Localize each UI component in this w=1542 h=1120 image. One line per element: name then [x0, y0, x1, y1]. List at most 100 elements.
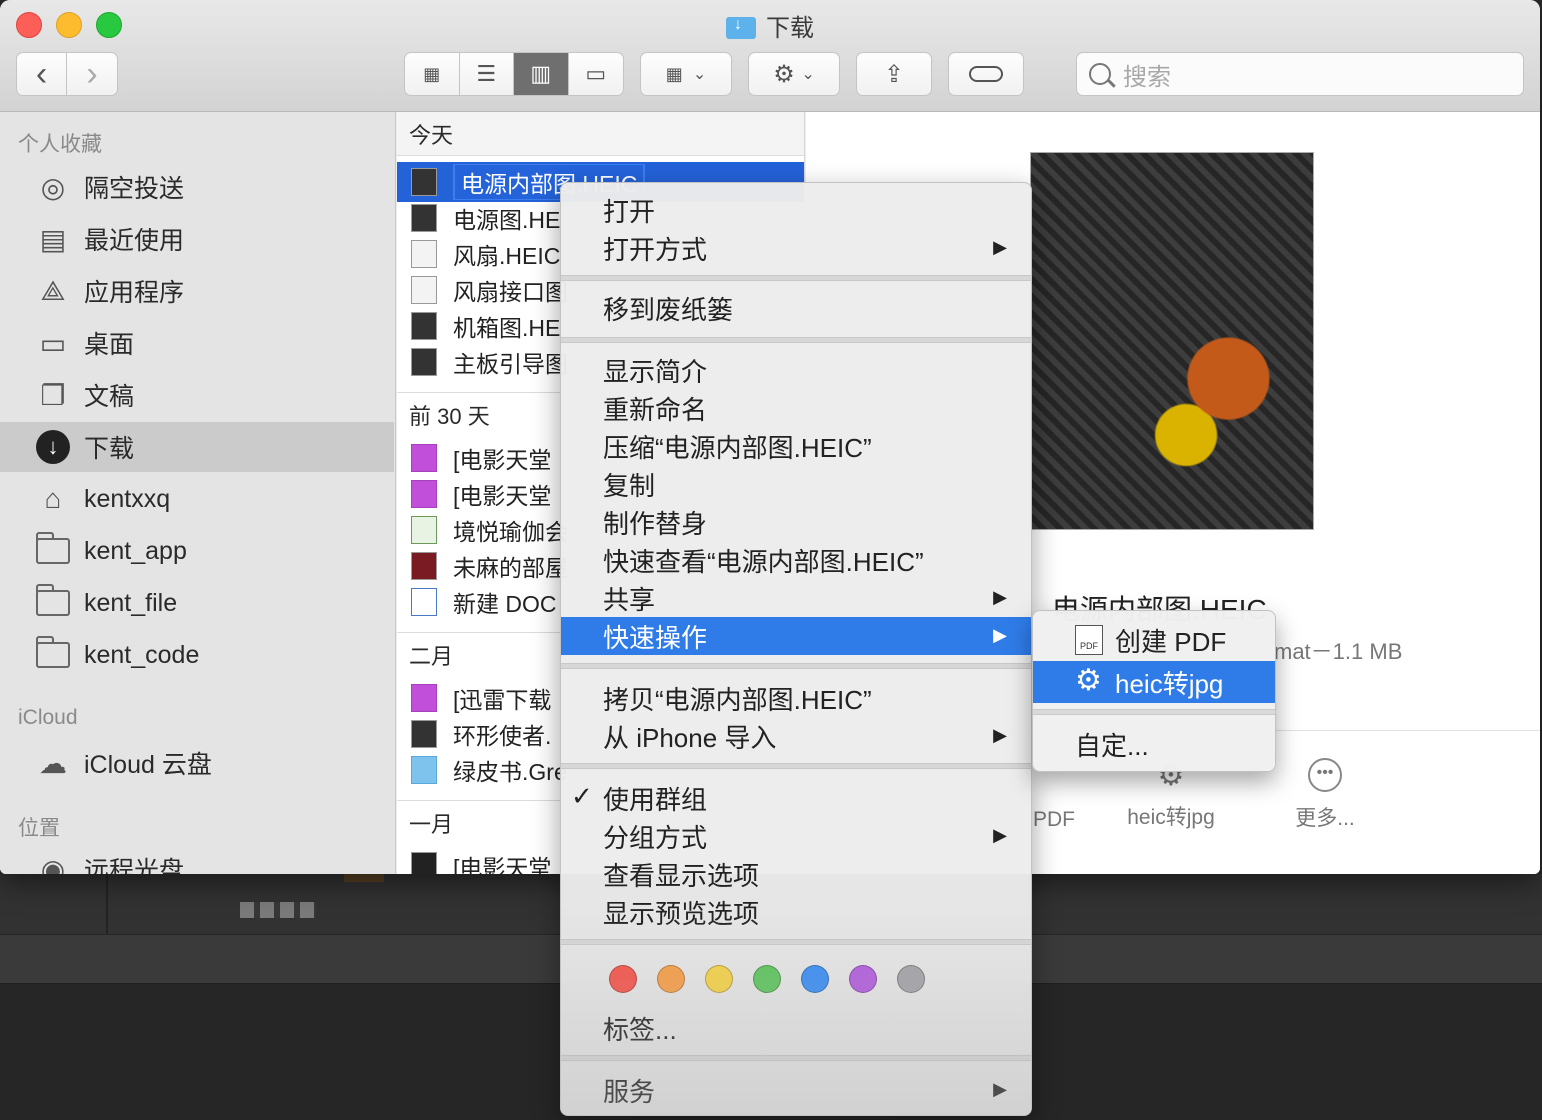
background-highlight [344, 874, 384, 882]
menu-item-copy[interactable]: 拷贝“电源内部图.HEIC” [561, 679, 1031, 717]
tags-button[interactable] [948, 52, 1024, 96]
more-icon: ••• [1308, 758, 1342, 792]
gear-icon: ⚙ [1075, 664, 1102, 697]
sidebar-item-kent-code[interactable]: kent_code [0, 630, 394, 680]
heic-thumbnail-icon [411, 168, 437, 196]
menu-item-show-view-options[interactable]: 查看显示选项 [561, 855, 1031, 893]
group-grid-icon: ▦ [665, 63, 683, 84]
sidebar-item-downloads[interactable]: ↓ 下载 [0, 422, 394, 472]
recents-icon: ▤ [39, 223, 67, 255]
menu-item-label: 制作替身 [603, 508, 708, 539]
back-button[interactable]: ‹ [17, 53, 68, 95]
desktop-icon: ▭ [39, 327, 67, 359]
forward-button[interactable]: › [67, 53, 117, 95]
tag-green[interactable] [753, 965, 781, 993]
folder-icon [34, 636, 72, 672]
context-menu: 打开 打开方式 ▶ 移到废纸篓 显示简介 重新命名 压缩“电源内部图.HEIC” … [560, 182, 1032, 1116]
group-by-button[interactable]: ▦ ⌄ [640, 52, 732, 96]
file-name: [电影天堂 [453, 447, 552, 473]
menu-item-group-by[interactable]: 分组方式 ▶ [561, 817, 1031, 855]
sidebar: 个人收藏 ◎ 隔空投送 ▤ 最近使用 ⟁ 应用程序 ▭ 桌面 ❐ 文稿 ↓ 下载 ⌂ kent… [0, 112, 396, 874]
file-name: 环形使者. [453, 723, 552, 749]
icon-view-button[interactable]: ▦ [405, 53, 460, 95]
documents-icon: ❐ [40, 379, 66, 411]
column-view-button[interactable]: ▥ [514, 53, 569, 95]
menu-item-open[interactable]: 打开 [561, 191, 1031, 229]
menu-item-label: 显示预览选项 [603, 898, 760, 929]
menu-item-quick-actions[interactable]: 快速操作 ▶ [561, 617, 1031, 655]
sidebar-item-remote-disc[interactable]: ◉ 远程光盘 [0, 844, 394, 875]
file-name: 风扇.HEIC [453, 243, 561, 269]
menu-item-label: 共享 [603, 584, 656, 615]
image-file-icon [411, 552, 437, 580]
sidebar-item-desktop[interactable]: ▭ 桌面 [0, 318, 394, 368]
search-icon [1089, 63, 1111, 85]
menu-item-label: 查看显示选项 [603, 860, 760, 891]
sidebar-item-icloud-drive[interactable]: ☁ iCloud 云盘 [0, 738, 394, 788]
menu-item-services[interactable]: 服务 ▶ [561, 1071, 1031, 1109]
checkmark-icon: ✓ [571, 781, 593, 811]
folder-icon [34, 532, 72, 568]
menu-item-label: 快速操作 [603, 622, 708, 653]
sidebar-item-kent-app[interactable]: kent_app [0, 526, 394, 576]
heic-thumbnail-icon [411, 276, 437, 304]
file-name: 绿皮书.Gre [453, 759, 567, 785]
file-name: 新建 DOC [453, 591, 557, 617]
menu-item-import-from-iphone[interactable]: 从 iPhone 导入 ▶ [561, 717, 1031, 755]
tag-red[interactable] [609, 965, 637, 993]
video-file-icon [411, 444, 437, 472]
video-thumbnail-icon [411, 720, 437, 748]
preview-action-more[interactable]: ••• 更多... [1280, 758, 1370, 832]
sidebar-item-airdrop[interactable]: ◎ 隔空投送 [0, 162, 394, 212]
tag-gray[interactable] [897, 965, 925, 993]
action-button[interactable]: ⚙ ⌄ [748, 52, 840, 96]
sidebar-item-recents[interactable]: ▤ 最近使用 [0, 214, 394, 264]
sidebar-item-label: kent_code [84, 640, 200, 669]
downloads-icon: ↓ [34, 430, 72, 464]
submenu-item-customize[interactable]: 自定... [1033, 723, 1275, 765]
menu-item-compress[interactable]: 压缩“电源内部图.HEIC” [561, 427, 1031, 465]
tag-purple[interactable] [849, 965, 877, 993]
tag-blue[interactable] [801, 965, 829, 993]
grid-view-icon: ▦ [423, 63, 441, 84]
menu-item-make-alias[interactable]: 制作替身 [561, 503, 1031, 541]
airdrop-icon: ◎ [40, 171, 66, 203]
menu-separator [561, 1055, 1031, 1061]
applications-icon: ⟁ [40, 274, 66, 306]
menu-item-get-info[interactable]: 显示简介 [561, 351, 1031, 389]
list-view-button[interactable]: ☰ [460, 53, 514, 95]
tag-orange[interactable] [657, 965, 685, 993]
menu-item-move-to-trash[interactable]: 移到废纸篓 [561, 289, 1031, 327]
sidebar-item-documents[interactable]: ❐ 文稿 [0, 370, 394, 420]
submenu-item-label: heic转jpg [1115, 668, 1224, 699]
menu-item-tags[interactable]: 标签... [561, 1009, 1031, 1047]
sidebar-item-applications[interactable]: ⟁ 应用程序 [0, 266, 394, 316]
sidebar-item-label: 最近使用 [84, 227, 185, 255]
menu-item-open-with[interactable]: 打开方式 ▶ [561, 229, 1031, 267]
menu-item-label: 从 iPhone 导入 [603, 722, 777, 753]
gear-icon: ⚙ [773, 60, 795, 88]
menu-item-quick-look[interactable]: 快速查看“电源内部图.HEIC” [561, 541, 1031, 579]
sidebar-item-home[interactable]: ⌂ kentxxq [0, 474, 394, 524]
video-thumbnail-icon [411, 852, 437, 874]
title-bar: 下载 ‹ › ▦ ☰ ▥ ▭ ▦ ⌄ ⚙ ⌄ ⇪ 搜索 [0, 0, 1540, 112]
submenu-item-create-pdf[interactable]: PDF 创建 PDF [1033, 619, 1275, 661]
pdf-icon: PDF [1075, 625, 1103, 655]
menu-item-share[interactable]: 共享 ▶ [561, 579, 1031, 617]
menu-item-show-preview-options[interactable]: 显示预览选项 [561, 893, 1031, 931]
sidebar-item-label: kentxxq [84, 484, 171, 513]
preview-action-label: PDF [1033, 808, 1075, 831]
file-name: 电源图.HE [453, 207, 561, 233]
sidebar-item-kent-file[interactable]: kent_file [0, 578, 394, 628]
menu-item-rename[interactable]: 重新命名 [561, 389, 1031, 427]
search-field[interactable]: 搜索 [1076, 52, 1524, 96]
gallery-view-button[interactable]: ▭ [569, 53, 624, 95]
menu-item-duplicate[interactable]: 复制 [561, 465, 1031, 503]
submenu-item-heic-to-jpg[interactable]: ⚙ heic转jpg [1033, 661, 1275, 703]
menu-item-label: 重新命名 [603, 394, 708, 425]
heic-thumbnail-icon [411, 348, 437, 376]
menu-item-use-groups[interactable]: ✓ 使用群组 [561, 779, 1031, 817]
share-button[interactable]: ⇪ [856, 52, 932, 96]
tag-yellow[interactable] [705, 965, 733, 993]
video-file-icon [411, 684, 437, 712]
